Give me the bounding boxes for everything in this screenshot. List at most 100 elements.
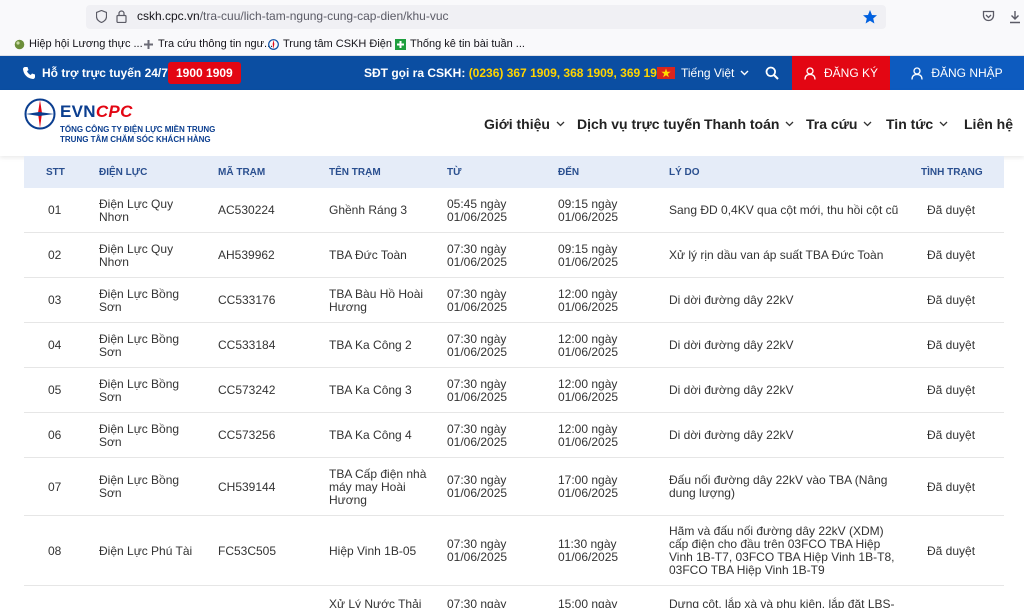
logo-subtitle-1: TỔNG CÔNG TY ĐIỆN LỰC MIỀN TRUNG [60,125,216,134]
cell-dien-luc: Điện Lực Bồng Sơn [99,474,179,500]
logo-subtitle-2: TRUNG TÂM CHĂM SÓC KHÁCH HÀNG [60,135,211,144]
support-label: Hỗ trợ trực tuyến 24/7: [42,66,172,80]
column-header-ma-tram: MÃ TRẠM [218,167,266,178]
register-button[interactable]: ĐĂNG KÝ [792,56,890,90]
cell-den: 09:15 ngày 01/06/2025 [558,198,618,224]
cell-tinh-trang: Đã duyệt [927,339,975,352]
table-row: 02 Điện Lực Quy Nhơn AH539962 TBA Đức Toàn 07… [24,233,1004,278]
download-icon[interactable] [1008,10,1022,24]
cell-dien-luc: Điện Lực Bồng Sơn [99,288,179,314]
url-host: cskh.cpc.vn [137,9,200,23]
table-row: Xử Lý Nước Thải 07:30 ngày 15:00 ngày Dựng … [24,586,1004,608]
cell-tinh-trang: Đã duyệt [927,294,975,307]
cell-den: 15:00 ngày [558,598,617,608]
cell-line: CC573242 [218,383,276,397]
bookmark-item[interactable]: Tra cứu thông tin ngư... [143,38,273,50]
cell-line: 01/06/2025 [558,435,619,449]
cell-ten-tram: TBA Bàu Hồ Hoài Hương [329,288,423,314]
cell-line: TBA Ka Công 3 [329,383,412,397]
cell-ly-do: Di dời đường dây 22kV [669,384,794,397]
login-label: ĐĂNG NHẬP [931,66,1003,80]
green-plus-icon [395,38,406,50]
cell-tu: 05:45 ngày 01/06/2025 [447,198,507,224]
cell-line: Đã duyệt [927,544,976,558]
cell-tu: 07:30 ngày 01/06/2025 [447,288,507,314]
column-header-ly-do: LÝ DO [669,167,700,178]
column-header-stt: STT [46,167,65,178]
evn-logo-icon[interactable] [24,98,56,130]
pocket-icon[interactable] [982,10,995,23]
cell-line: 04 [48,338,62,352]
cell-ly-do: Đấu nối đường dây 22kV vào TBA (Nâng dung… [669,474,887,500]
cell-ten-tram: TBA Cấp điện nhà máy may Hoài Hương [329,468,426,507]
table-header: STT ĐIỆN LỰC MÃ TRẠM TÊN TRẠM TỪ ĐẾN LÝ … [24,156,1004,188]
cskh-phone-line: SĐT gọi ra CSKH: (0236) 367 1909, 368 19… [364,66,670,80]
cell-line: 06 [48,428,62,442]
shield-icon[interactable] [96,10,107,23]
search-icon[interactable] [765,66,779,80]
cell-ma-tram: CC573242 [218,384,275,397]
cell-line: 01/06/2025 [558,255,619,269]
bookmark-item[interactable]: Trung tâm CSKH Điện ... [268,38,404,50]
cell-line: Sơn [99,486,122,500]
column-header-den: ĐẾN [558,167,580,178]
cell-line: Sơn [99,300,122,314]
cell-tu: 07:30 ngày [447,598,506,608]
cell-line: TBA Ka Công 4 [329,428,412,442]
cell-stt: 03 [48,294,61,307]
nav-item-thanh-toan[interactable]: Thanh toán [704,116,794,132]
cell-den: 12:00 ngày 01/06/2025 [558,423,618,449]
cell-ma-tram: CC573256 [218,429,275,442]
cell-line: Di dời đường dây 22kV [669,428,794,442]
bookmark-item[interactable]: Hiệp hội Lương thực ... [14,38,143,50]
cell-line: 08 [48,544,62,558]
nav-label: Tra cứu [806,116,858,132]
bookmark-item[interactable]: Thống kê tin bài tuần ... [395,38,525,50]
cell-line: Sơn [99,345,122,359]
nav-item-gioi-thieu[interactable]: Giới thiệu [484,116,565,132]
cell-line: 07 [48,480,62,494]
hotline-button[interactable]: 1900 1909 [168,62,241,84]
cell-den: 12:00 ngày 01/06/2025 [558,288,618,314]
user-icon [911,66,923,80]
cell-ten-tram: Ghềnh Ráng 3 [329,204,407,217]
cell-line: TBA Đức Toàn [329,248,407,262]
nav-item-tra-cuu[interactable]: Tra cứu [806,116,872,132]
evn-logo-icon [268,38,279,50]
nav-item-tin-tuc[interactable]: Tin tức [886,116,948,132]
bookmark-star-icon[interactable] [862,9,878,25]
bookmark-label: Trung tâm CSKH Điện ... [283,38,405,50]
cell-line: 01/06/2025 [558,550,619,564]
cell-line: Hương [329,300,367,314]
cell-dien-luc: Điện Lực Quy Nhơn [99,198,173,224]
phone-icon [23,67,35,79]
language-selector[interactable]: Tiếng Việt [681,66,749,80]
plus-badge-icon [144,39,153,49]
login-button[interactable]: ĐĂNG NHẬP [890,56,1024,90]
table-row: 08 Điện Lực Phú Tài FC53C505 Hiệp Vinh 1B-0… [24,516,1004,586]
nav-label: Giới thiệu [484,116,550,132]
cell-line: 07:30 ngày [447,597,507,608]
cell-stt: 01 [48,204,61,217]
nav-item-lien-he[interactable]: Liên hệ [964,116,1013,132]
table-row: 05 Điện Lực Bồng Sơn CC573242 TBA Ka Công 3 0… [24,368,1004,413]
cell-line: Đã duyệt [927,203,976,217]
logo-evn: EVN [60,102,96,121]
language-label: Tiếng Việt [681,66,735,80]
nav-item-dich-vu[interactable]: Dịch vụ trực tuyến [577,116,701,132]
logo-wordmark[interactable]: EVNCPC [60,102,133,122]
cell-ly-do: Sang ĐD 0,4KV qua cột mới, thu hồi cột c… [669,204,898,217]
cell-line: Sang ĐD 0,4KV qua cột mới, thu hồi cột c… [669,203,899,217]
cell-line: Đã duyệt [927,428,976,442]
cell-line: CC573256 [218,428,276,442]
cell-line: 01/06/2025 [447,345,508,359]
url-text[interactable]: cskh.cpc.vn/tra-cuu/lich-tam-ngung-cung-… [137,9,449,23]
cell-line: Di dời đường dây 22kV [669,293,794,307]
cell-tu: 07:30 ngày 01/06/2025 [447,538,507,564]
cell-line: Sơn [99,435,122,449]
cell-line: Sơn [99,390,122,404]
cell-line: Đã duyệt [927,248,976,262]
nav-label: Dịch vụ trực tuyến [577,116,701,132]
lock-icon[interactable] [116,10,127,23]
logo-cpc: CPC [95,102,133,121]
